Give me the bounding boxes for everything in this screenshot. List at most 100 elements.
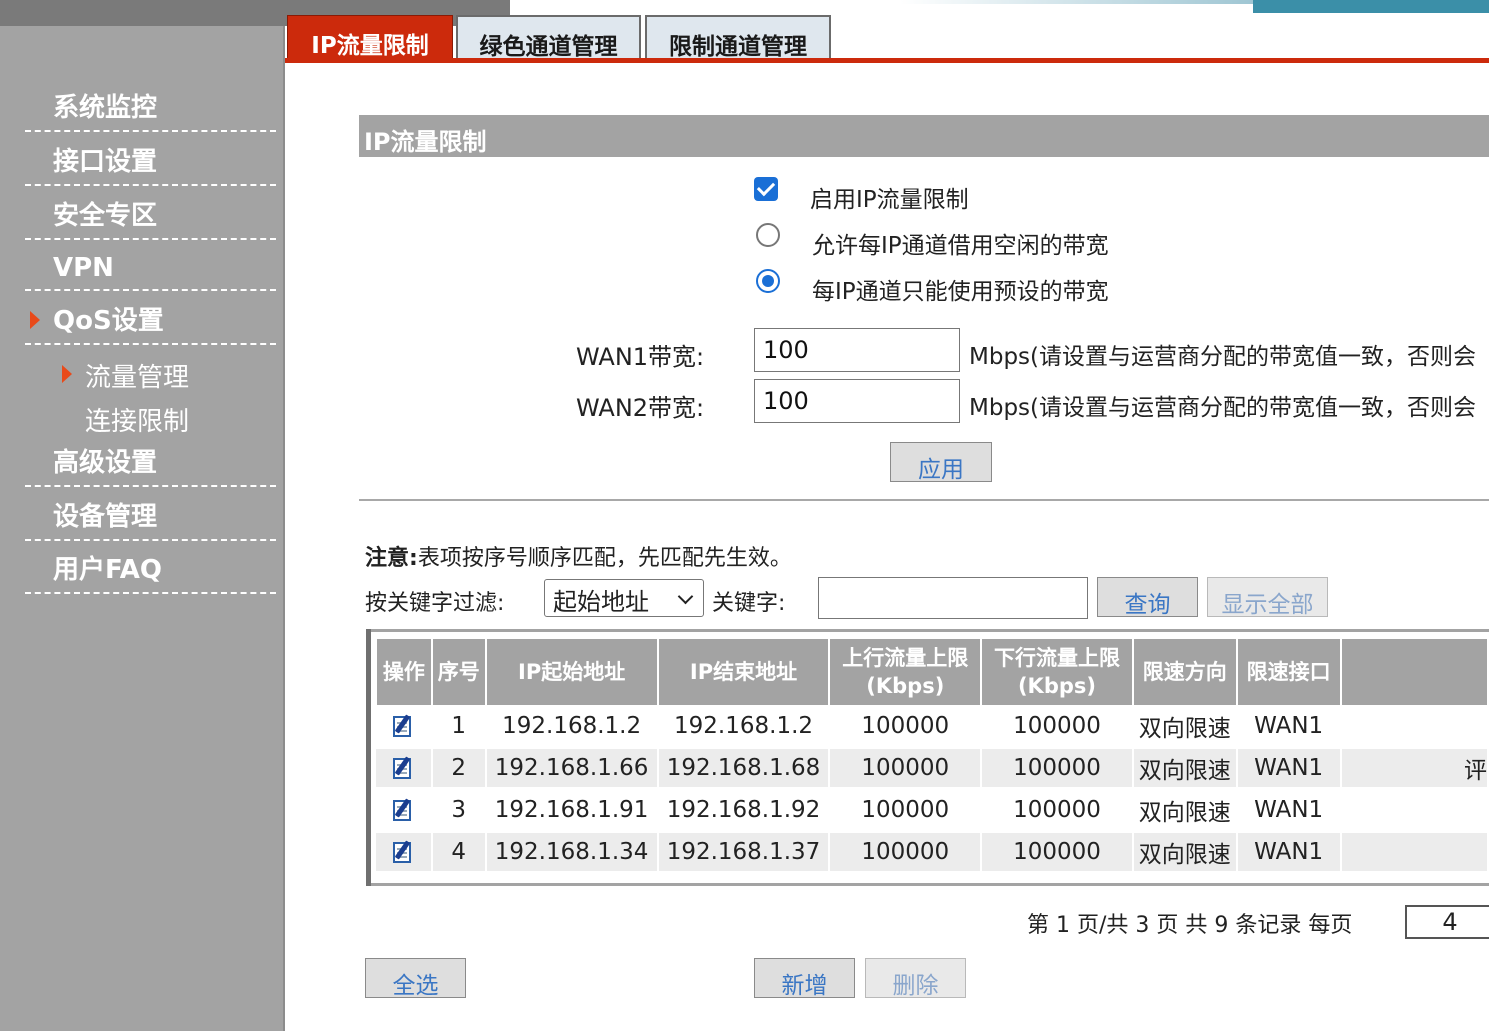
- table-header-row: 操作 序号 IP起始地址 IP结束地址 上行流量上限 (Kbps) 下行流量上限…: [375, 637, 1489, 707]
- sidebar-item-security[interactable]: 安全专区: [25, 187, 276, 240]
- extra-cell: [1340, 831, 1489, 875]
- ip-start-cell: 192.168.1.2: [485, 706, 659, 749]
- sidebar-item-user-faq[interactable]: 用户FAQ: [25, 541, 276, 594]
- notice-body: 表项按序号顺序匹配，先匹配先生效。: [417, 546, 792, 571]
- keyword-label: 关键字:: [712, 591, 786, 616]
- wan2-bandwidth-label: WAN2带宽:: [576, 394, 705, 422]
- per-page-input[interactable]: 4: [1405, 905, 1489, 939]
- direction-cell: 双向限速: [1132, 831, 1238, 875]
- table-row: 1 192.168.1.2 192.168.1.2 100000 100000 …: [376, 706, 1489, 749]
- action-cell: [376, 831, 433, 875]
- enable-ip-limit-checkbox[interactable]: [754, 177, 778, 201]
- edit-icon[interactable]: [391, 755, 415, 781]
- upstream-cell: 100000: [829, 789, 983, 833]
- sidebar-item-system-monitor[interactable]: 系统监控: [25, 79, 276, 132]
- action-cell: [376, 747, 433, 791]
- ip-end-cell: 192.168.1.68: [657, 747, 831, 791]
- col-header-ip-end: IP结束地址: [656, 637, 831, 707]
- sidebar-item-advanced-settings[interactable]: 高级设置: [25, 434, 276, 487]
- show-all-button[interactable]: 显示全部: [1207, 577, 1328, 618]
- notice-label: 注意:: [365, 546, 418, 571]
- apply-button[interactable]: 应用: [890, 442, 992, 483]
- top-banner-accent: [1253, 0, 1489, 13]
- col-header-upstream: 上行流量上限 (Kbps): [828, 637, 983, 707]
- extra-cell: 评: [1340, 747, 1489, 791]
- seq-cell: 3: [431, 789, 487, 833]
- ip-end-cell: 192.168.1.37: [657, 831, 831, 875]
- downstream-cell: 100000: [981, 747, 1134, 791]
- upstream-cell: 100000: [829, 706, 983, 749]
- edit-icon[interactable]: [391, 839, 415, 865]
- col-header-action: 操作: [375, 637, 433, 707]
- seq-cell: 2: [431, 747, 487, 791]
- sidebar-item-device-management[interactable]: 设备管理: [25, 488, 276, 541]
- tab-green-channel[interactable]: 绿色通道管理: [456, 15, 641, 60]
- direction-cell: 双向限速: [1132, 747, 1238, 791]
- keyword-input[interactable]: [818, 577, 1088, 619]
- interface-cell: WAN1: [1236, 789, 1342, 833]
- borrow-bandwidth-radio[interactable]: [756, 223, 780, 247]
- table-frame-edge: [366, 629, 371, 886]
- active-arrow-icon: [30, 311, 40, 329]
- ip-start-cell: 192.168.1.66: [485, 747, 659, 791]
- wan2-bandwidth-note: Mbps(请设置与运营商分配的带宽值一致，否则会: [969, 395, 1476, 421]
- ip-start-cell: 192.168.1.34: [485, 831, 659, 875]
- downstream-cell: 100000: [981, 789, 1134, 833]
- enable-ip-limit-label: 启用IP流量限制: [810, 187, 969, 213]
- upstream-cell: 100000: [829, 831, 983, 875]
- pagination-info: 第 1 页/共 3 页 共 9 条记录 每页: [1027, 913, 1353, 938]
- action-cell: [376, 789, 433, 833]
- filter-field-select[interactable]: 起始地址: [544, 579, 704, 617]
- interface-cell: WAN1: [1236, 747, 1342, 791]
- col-header-extra: [1339, 637, 1489, 707]
- preset-bandwidth-label: 每IP通道只能使用预设的带宽: [812, 279, 1109, 305]
- delete-button[interactable]: 删除: [865, 958, 966, 999]
- filter-label: 按关键字过滤:: [365, 591, 505, 616]
- chevron-down-icon: [677, 588, 694, 605]
- direction-cell: 双向限速: [1132, 706, 1238, 749]
- tab-ip-traffic-limit[interactable]: IP流量限制: [287, 15, 453, 59]
- extra-cell: [1340, 706, 1489, 749]
- query-button[interactable]: 查询: [1097, 577, 1198, 618]
- tab-limit-channel[interactable]: 限制通道管理: [645, 15, 831, 60]
- wan2-bandwidth-input[interactable]: [754, 379, 960, 423]
- sidebar-item-interface-settings[interactable]: 接口设置: [25, 133, 276, 186]
- sidebar-item-vpn[interactable]: VPN: [25, 238, 276, 291]
- ip-start-cell: 192.168.1.91: [485, 789, 659, 833]
- seq-cell: 1: [431, 706, 487, 749]
- wan1-bandwidth-label: WAN1带宽:: [576, 343, 705, 371]
- sidebar-item-qos[interactable]: QoS设置: [25, 292, 276, 345]
- wan1-bandwidth-note: Mbps(请设置与运营商分配的带宽值一致，否则会: [969, 344, 1476, 370]
- table-row: 4 192.168.1.34 192.168.1.37 100000 10000…: [376, 831, 1489, 875]
- direction-cell: 双向限速: [1132, 789, 1238, 833]
- active-arrow-icon: [62, 365, 72, 383]
- extra-cell: [1340, 789, 1489, 833]
- tab-underline: [285, 58, 1489, 63]
- col-header-seq: 序号: [430, 637, 487, 707]
- preset-bandwidth-radio[interactable]: [756, 269, 780, 293]
- col-header-direction: 限速方向: [1131, 637, 1238, 707]
- divider: [359, 499, 1489, 501]
- select-all-button[interactable]: 全选: [365, 958, 466, 999]
- col-header-ip-start: IP起始地址: [484, 637, 659, 707]
- edit-icon[interactable]: [391, 797, 415, 823]
- interface-cell: WAN1: [1236, 706, 1342, 749]
- edit-icon[interactable]: [391, 713, 415, 739]
- table-row: 3 192.168.1.91 192.168.1.92 100000 10000…: [376, 789, 1489, 833]
- table-row: 2 192.168.1.66 192.168.1.68 100000 10000…: [376, 747, 1489, 791]
- borrow-bandwidth-label: 允许每IP通道借用空闲的带宽: [812, 233, 1109, 259]
- seq-cell: 4: [431, 831, 487, 875]
- downstream-cell: 100000: [981, 831, 1134, 875]
- top-banner-gradient: [900, 0, 1253, 4]
- ip-end-cell: 192.168.1.2: [657, 706, 831, 749]
- col-header-interface: 限速接口: [1235, 637, 1342, 707]
- add-button[interactable]: 新增: [754, 958, 855, 999]
- ip-end-cell: 192.168.1.92: [657, 789, 831, 833]
- wan1-bandwidth-input[interactable]: [754, 328, 960, 372]
- col-header-downstream: 下行流量上限 (Kbps): [980, 637, 1134, 707]
- action-cell: [376, 706, 433, 749]
- ip-limit-table: 操作 序号 IP起始地址 IP结束地址 上行流量上限 (Kbps) 下行流量上限…: [375, 637, 1489, 875]
- filter-field-value: 起始地址: [553, 588, 649, 616]
- notice-text: 注意:表项按序号顺序匹配，先匹配先生效。: [365, 540, 792, 572]
- section-title: IP流量限制: [359, 115, 1489, 157]
